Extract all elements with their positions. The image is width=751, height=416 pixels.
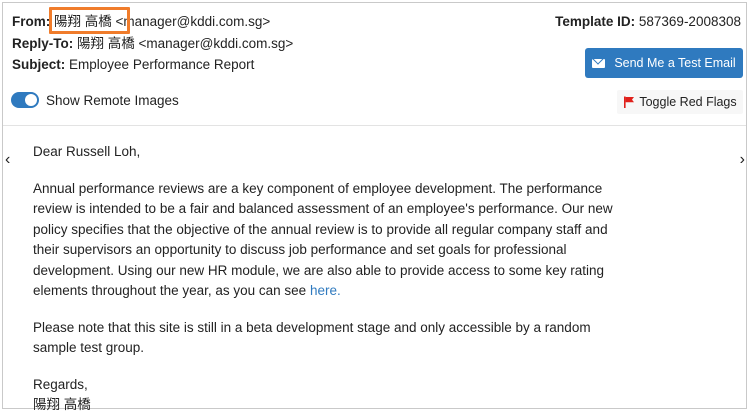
reply-to-row: Reply-To: 陽翔 高橋 <manager@kddi.com.sg>: [12, 36, 293, 52]
remote-images-toggle-row: Show Remote Images: [11, 92, 179, 108]
template-id: Template ID: 587369-2008308: [555, 14, 741, 30]
toggle-knob: [25, 94, 37, 106]
email-header: From: 陽翔 高橋 <manager@kddi.com.sg> Reply-…: [3, 3, 746, 125]
subject-label: Subject:: [12, 57, 66, 72]
reply-to-label: Reply-To:: [12, 36, 74, 51]
send-test-email-button[interactable]: Send Me a Test Email: [585, 48, 743, 78]
subject-value: Employee Performance Report: [69, 57, 255, 72]
envelope-icon: [592, 58, 606, 68]
body-paragraph-1: Annual performance reviews are a key com…: [33, 179, 623, 302]
signature: 陽翔 高橋: [33, 397, 91, 412]
here-link[interactable]: here.: [310, 283, 341, 298]
template-id-label: Template ID:: [555, 14, 636, 29]
remote-images-label: Show Remote Images: [46, 92, 179, 108]
email-body: Dear Russell Loh, Annual performance rev…: [33, 142, 623, 416]
previous-arrow-icon[interactable]: ‹: [5, 152, 10, 168]
template-id-value: 587369-2008308: [638, 14, 741, 29]
toggle-red-flags-label: Toggle Red Flags: [639, 95, 737, 109]
sender-name-highlight: [49, 7, 130, 34]
toggle-red-flags-button[interactable]: Toggle Red Flags: [617, 90, 743, 114]
greeting: Dear Russell Loh,: [33, 144, 141, 159]
header-divider: [3, 125, 746, 126]
reply-to-value: 陽翔 高橋 <manager@kddi.com.sg>: [77, 36, 294, 51]
email-preview-panel: From: 陽翔 高橋 <manager@kddi.com.sg> Reply-…: [2, 2, 747, 412]
closing: Regards,: [33, 376, 88, 392]
body-paragraph-1-text: Annual performance reviews are a key com…: [33, 180, 613, 299]
body-paragraph-2: Please note that this site is still in a…: [33, 319, 591, 356]
red-flag-icon: [624, 96, 635, 108]
send-test-email-label: Send Me a Test Email: [614, 56, 736, 70]
next-arrow-icon[interactable]: ›: [740, 152, 745, 168]
subject-row: Subject: Employee Performance Report: [12, 57, 254, 73]
from-label: From:: [12, 14, 51, 29]
remote-images-toggle[interactable]: [11, 92, 39, 108]
